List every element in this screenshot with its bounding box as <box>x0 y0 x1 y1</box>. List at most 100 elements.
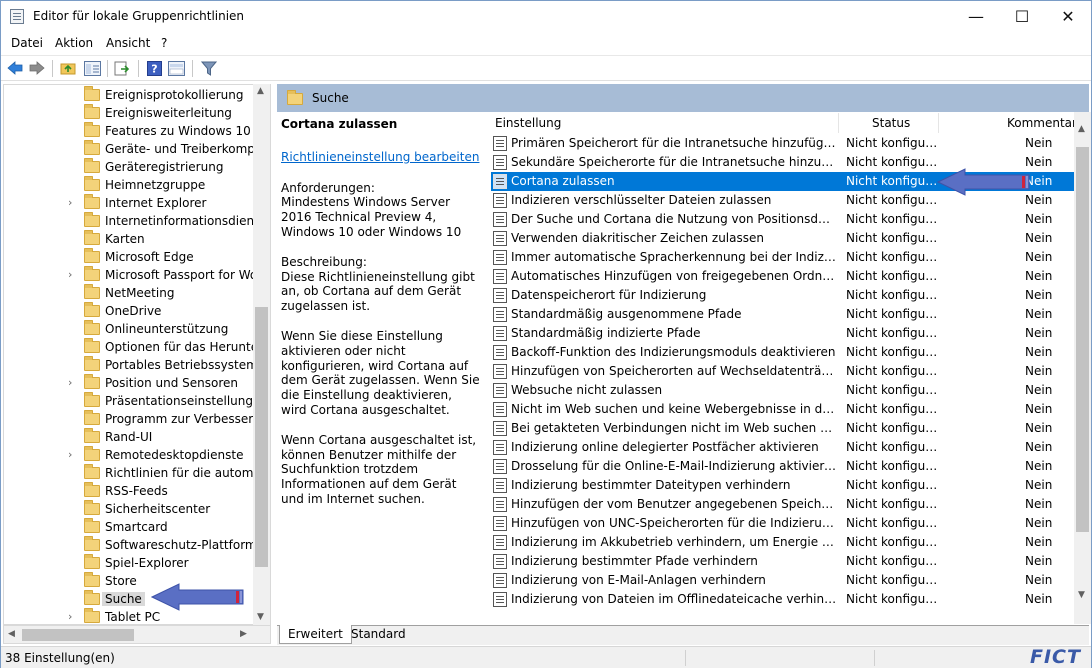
table-row[interactable]: Backoff-Funktion des Indizierungsmoduls … <box>491 343 1074 362</box>
column-header-status[interactable]: Status <box>872 112 910 134</box>
tree-item[interactable]: › Position und Sensoren <box>4 374 254 392</box>
column-separator[interactable] <box>938 113 939 133</box>
setting-status: Nicht konfiguriert <box>846 421 938 435</box>
tree-item[interactable]: Smartcard <box>4 518 254 536</box>
table-row[interactable]: Hinzufügen von Speicherorten auf Wechsel… <box>491 362 1074 381</box>
tree-item[interactable]: Ereignisprotokollierung <box>4 86 254 104</box>
table-row[interactable]: Indizierung bestimmter Pfade verhindern N… <box>491 552 1074 571</box>
setting-name: Nicht im Web suchen und keine Webergebni… <box>511 402 837 416</box>
table-row[interactable]: Indizierung von E-Mail-Anlagen verhinder… <box>491 571 1074 590</box>
tree-item[interactable]: Karten <box>4 230 254 248</box>
table-row[interactable]: Nicht im Web suchen und keine Webergebni… <box>491 400 1074 419</box>
toolbar: ? <box>1 55 1091 81</box>
table-row[interactable]: Immer automatische Spracherkennung bei d… <box>491 248 1074 267</box>
tree-item[interactable]: RSS-Feeds <box>4 482 254 500</box>
table-row[interactable]: Hinzufügen von UNC-Speicherorten für die… <box>491 514 1074 533</box>
edit-policy-link[interactable]: Richtlinieneinstellung bearbeiten <box>281 150 481 165</box>
expand-chevron-icon[interactable]: › <box>68 377 78 389</box>
up-folder-icon[interactable] <box>59 60 76 76</box>
tree-item[interactable]: Softwareschutz-Plattform <box>4 536 257 554</box>
table-row[interactable]: Indizierung im Akkubetrieb verhindern, u… <box>491 533 1074 552</box>
menu-datei[interactable]: Datei <box>11 36 43 50</box>
tree-item[interactable]: Richtlinien für die automatis <box>4 464 270 482</box>
table-row[interactable]: Verwenden diakritischer Zeichen zulassen… <box>491 229 1074 248</box>
column-header-setting[interactable]: Einstellung <box>495 112 561 134</box>
tree-item[interactable]: Optionen für das Herunterfa <box>4 338 270 356</box>
minimize-button[interactable]: — <box>953 1 999 32</box>
forward-arrow-icon[interactable] <box>28 60 45 76</box>
help-icon[interactable]: ? <box>146 60 163 76</box>
scroll-thumb[interactable] <box>1076 147 1089 532</box>
tree-item[interactable]: › Remotedesktopdienste <box>4 446 254 464</box>
setting-name: Indizierung bestimmter Dateitypen verhin… <box>511 478 791 492</box>
expand-chevron-icon[interactable]: › <box>68 449 78 461</box>
policy-setting-icon <box>493 440 507 455</box>
tree-view[interactable]: Ereignisprotokollierung Ereignisweiterlei… <box>3 84 271 625</box>
tree-item[interactable]: › Internet Explorer <box>4 194 254 212</box>
tree-item[interactable]: Ereignisweiterleitung <box>4 104 254 122</box>
column-header-comment[interactable]: Kommentar <box>1007 112 1077 134</box>
export-list-icon[interactable] <box>114 60 131 76</box>
table-row[interactable]: Automatisches Hinzufügen von freigegeben… <box>491 267 1074 286</box>
menu-ansicht[interactable]: Ansicht <box>106 36 150 50</box>
maximize-button[interactable]: ☐ <box>999 1 1045 32</box>
tree-item[interactable]: Internetinformationsdienste <box>4 212 270 230</box>
tree-item[interactable]: NetMeeting <box>4 284 254 302</box>
scroll-up-icon[interactable]: ▲ <box>257 86 264 96</box>
scroll-left-icon[interactable]: ◀ <box>8 629 15 639</box>
tree-item[interactable]: Präsentationseinstellungen <box>4 392 268 410</box>
tree-item[interactable]: Microsoft Edge <box>4 248 254 266</box>
scroll-up-icon[interactable]: ▲ <box>1078 124 1085 134</box>
filter-icon[interactable] <box>200 60 217 76</box>
table-row[interactable]: Der Suche und Cortana die Nutzung von Po… <box>491 210 1074 229</box>
table-row[interactable]: Standardmäßig indizierte Pfade Nicht konf… <box>491 324 1074 343</box>
setting-comment: Nein <box>1025 440 1053 454</box>
expand-chevron-icon[interactable]: › <box>68 197 78 209</box>
table-row[interactable]: Hinzufügen der vom Benutzer angegebenen … <box>491 495 1074 514</box>
column-separator[interactable] <box>838 113 839 133</box>
expand-chevron-icon[interactable]: › <box>68 611 78 623</box>
properties-icon[interactable] <box>168 60 185 76</box>
tree-item[interactable]: Programm zur Verbesserung <box>4 410 270 428</box>
tree-item[interactable]: Sicherheitscenter <box>4 500 254 518</box>
tree-item[interactable]: Geräteregistrierung <box>4 158 254 176</box>
title-bar[interactable]: Editor für lokale Gruppenrichtlinien — ☐… <box>1 1 1091 32</box>
table-row[interactable]: Standardmäßig ausgenommene Pfade Nicht ko… <box>491 305 1074 324</box>
close-button[interactable]: ✕ <box>1045 1 1091 32</box>
folder-icon <box>84 302 100 317</box>
scroll-down-icon[interactable]: ▼ <box>257 612 264 622</box>
scroll-thumb[interactable] <box>22 629 134 641</box>
tab-standard[interactable]: Standard <box>343 625 414 644</box>
table-row[interactable]: Indizierung online delegierter Postfäche… <box>491 438 1074 457</box>
tree-item[interactable]: Rand-UI <box>4 428 254 446</box>
scroll-thumb[interactable] <box>255 307 268 567</box>
table-row[interactable]: Indizierung von Dateien im Offlinedateic… <box>491 590 1074 609</box>
tree-item-label: Store <box>105 574 137 588</box>
tree-item[interactable]: OneDrive <box>4 302 254 320</box>
tree-item[interactable]: Heimnetzgruppe <box>4 176 254 194</box>
folder-title: Suche <box>312 91 349 105</box>
table-row[interactable]: Indizierung bestimmter Dateitypen verhin… <box>491 476 1074 495</box>
table-row[interactable]: Websuche nicht zulassen Nicht konfigurier… <box>491 381 1074 400</box>
table-row[interactable]: Bei getakteten Verbindungen nicht im Web… <box>491 419 1074 438</box>
tree-item[interactable]: › Microsoft Passport for Work <box>4 266 269 284</box>
tree-item[interactable]: Onlineunterstützung <box>4 320 254 338</box>
scroll-right-icon[interactable]: ▶ <box>240 629 247 639</box>
tree-item[interactable]: Features zu Windows 10 hinzu <box>4 122 270 140</box>
table-row[interactable]: Datenspeicherort für Indizierung Nicht ko… <box>491 286 1074 305</box>
menu-aktion[interactable]: Aktion <box>55 36 93 50</box>
tree-item[interactable]: Portables Betriebssystem <box>4 356 258 374</box>
tree-item[interactable]: Geräte- und Treiberkompatibi <box>4 140 270 158</box>
menu-help[interactable]: ? <box>161 36 167 50</box>
tree-item[interactable]: Spiel-Explorer <box>4 554 254 572</box>
tree-vertical-scrollbar[interactable]: ▲ ▼ <box>253 84 270 625</box>
back-arrow-icon[interactable] <box>6 60 23 76</box>
tree-horizontal-scrollbar[interactable]: ◀ ▶ <box>3 625 271 644</box>
table-row[interactable]: Drosselung für die Online-E-Mail-Indizie… <box>491 457 1074 476</box>
scroll-down-icon[interactable]: ▼ <box>1078 590 1085 600</box>
list-vertical-scrollbar[interactable]: ▲ ▼ <box>1074 112 1091 624</box>
show-hide-tree-icon[interactable] <box>84 60 101 76</box>
table-row[interactable]: Primären Speicherort für die Intranetsuc… <box>491 134 1074 153</box>
tab-erweitert[interactable]: Erweitert <box>279 625 352 644</box>
expand-chevron-icon[interactable]: › <box>68 269 78 281</box>
